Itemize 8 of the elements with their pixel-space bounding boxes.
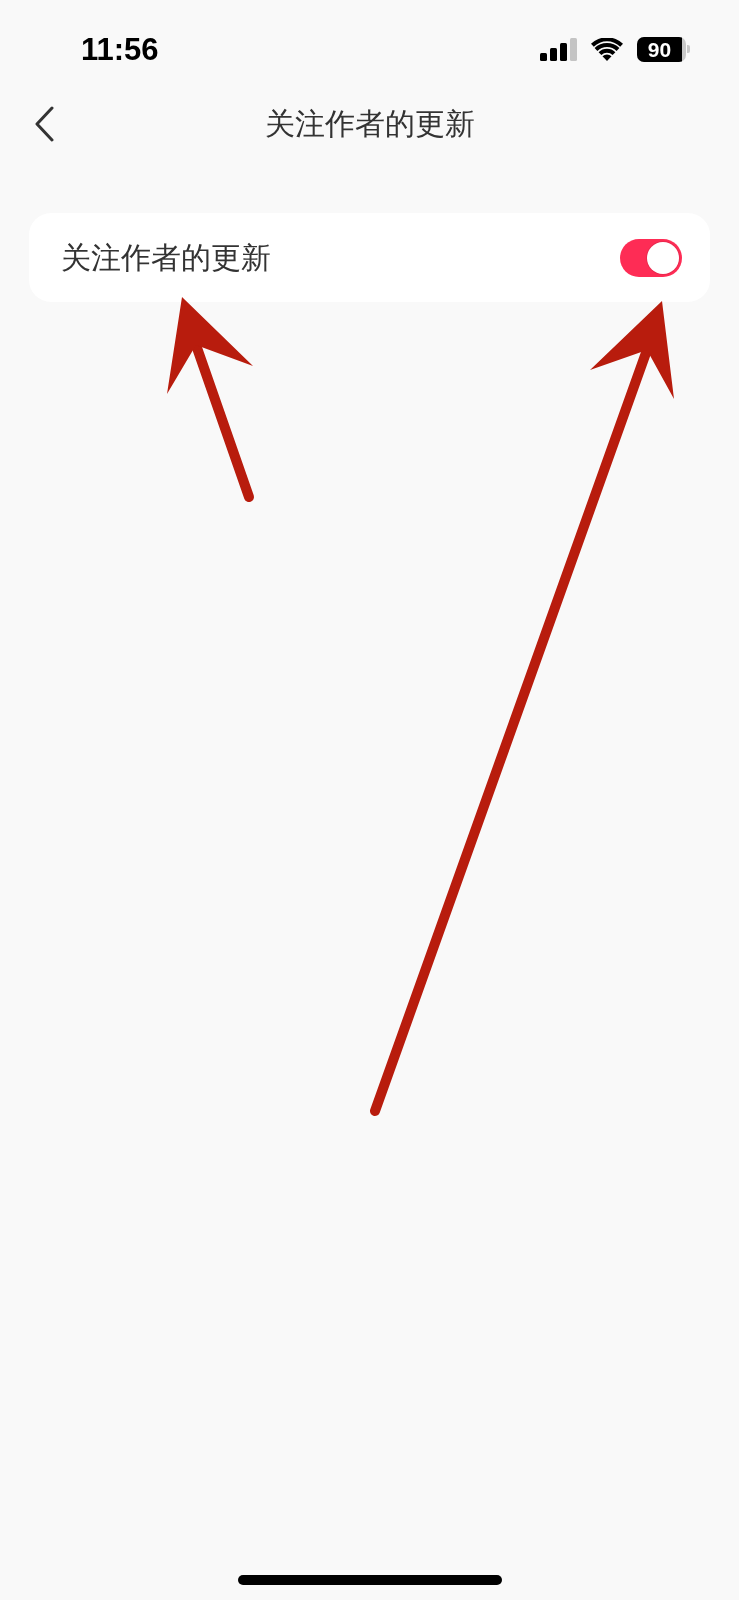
battery-percentage: 90 xyxy=(637,36,682,62)
status-time: 11:56 xyxy=(81,33,159,65)
wifi-icon xyxy=(591,37,623,61)
setting-label: 关注作者的更新 xyxy=(61,242,271,273)
chevron-left-icon xyxy=(34,106,54,142)
page-title: 关注作者的更新 xyxy=(264,109,475,139)
toggle-switch[interactable] xyxy=(620,238,682,277)
signal-icon xyxy=(540,37,577,61)
